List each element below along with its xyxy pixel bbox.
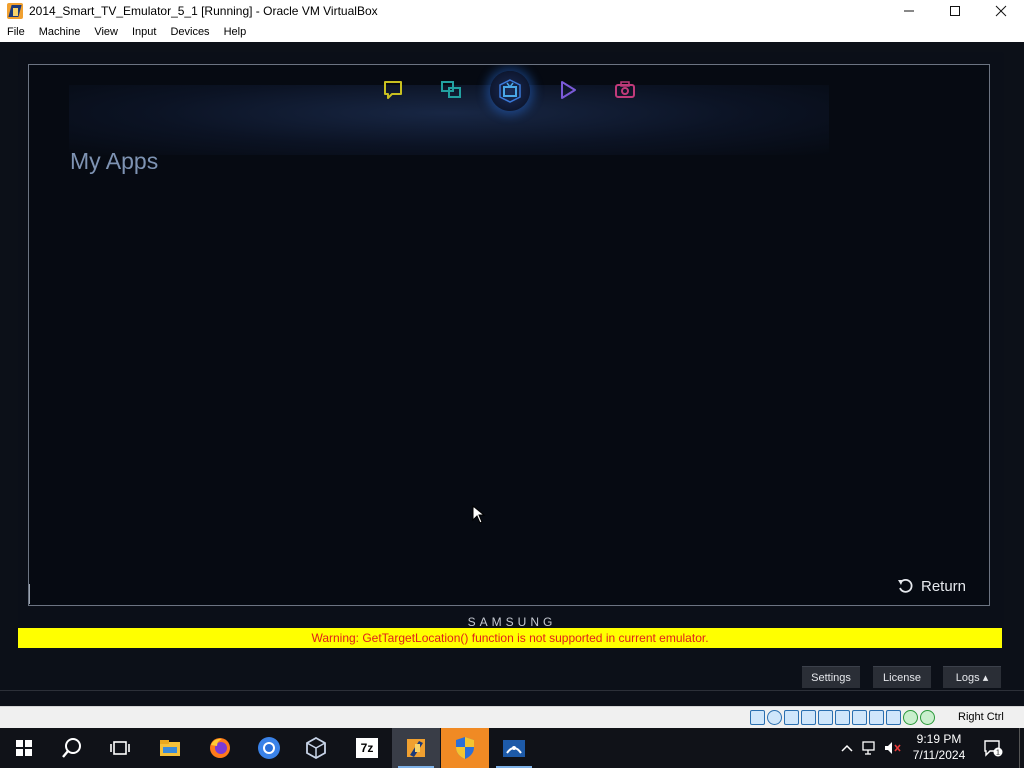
- show-hidden-icons-button[interactable]: [838, 728, 856, 768]
- close-button[interactable]: [978, 0, 1024, 22]
- start-button[interactable]: [0, 728, 48, 768]
- tv-screen[interactable]: My Apps Return: [28, 64, 990, 606]
- status-icons: [750, 710, 935, 726]
- return-label: Return: [921, 577, 967, 595]
- minimize-icon: [904, 10, 914, 12]
- file-explorer-icon: [160, 740, 180, 756]
- divider: [0, 690, 1024, 691]
- maximize-button[interactable]: [932, 0, 978, 22]
- clock-date: 7/11/2024: [912, 748, 966, 762]
- menu-devices[interactable]: Devices: [163, 22, 216, 42]
- menu-view[interactable]: View: [87, 22, 125, 42]
- shared-folders-icon[interactable]: [835, 710, 850, 725]
- license-tab[interactable]: License: [873, 666, 931, 688]
- window-controls: [886, 0, 1024, 22]
- category-tv-selected[interactable]: [490, 71, 530, 111]
- menu-file[interactable]: File: [0, 22, 32, 42]
- network-tray-button[interactable]: [860, 728, 880, 768]
- file-explorer-button[interactable]: [146, 728, 194, 768]
- category-chat[interactable]: [382, 79, 404, 101]
- play-icon: [561, 81, 576, 99]
- menu-input[interactable]: Input: [125, 22, 163, 42]
- clock-time: 9:19 PM: [916, 732, 962, 746]
- chrome-button[interactable]: [245, 728, 293, 768]
- task-view-icon: [110, 741, 130, 755]
- warning-banner: Warning: GetTargetLocation() function is…: [18, 628, 1002, 648]
- mouse-cursor-icon: [472, 505, 486, 524]
- audio-icon[interactable]: [784, 710, 799, 725]
- display-icon[interactable]: [852, 710, 867, 725]
- settings-tab[interactable]: Settings: [802, 666, 860, 688]
- show-desktop-button[interactable]: [1019, 728, 1024, 768]
- taskbar: 7z 9:19 PM 7/11/2024 1: [0, 728, 1024, 768]
- return-icon: [898, 578, 913, 593]
- return-button[interactable]: Return: [897, 575, 966, 597]
- search-icon: [62, 738, 81, 758]
- emulator-tabs: Settings License Logs ▴: [0, 666, 1024, 688]
- sdk-taskbar-button[interactable]: [490, 728, 538, 768]
- virtualbox-button[interactable]: [292, 728, 340, 768]
- menu-help[interactable]: Help: [217, 22, 254, 42]
- page-title: My Apps: [70, 148, 159, 174]
- vm-display[interactable]: My Apps Return SAMSUNG Warning: GetTarge…: [0, 42, 1024, 706]
- emulator-icon: [407, 739, 425, 757]
- volume-tray-button[interactable]: [882, 728, 904, 768]
- chat-icon: [384, 81, 402, 99]
- action-center-button[interactable]: 1: [980, 728, 1006, 768]
- host-key-label: Right Ctrl: [958, 711, 1004, 723]
- volume-muted-icon: [885, 742, 901, 754]
- video-capture-icon[interactable]: [869, 710, 884, 725]
- screen: 2014_Smart_TV_Emulator_5_1 [Running] - O…: [0, 0, 1024, 768]
- 7zip-button[interactable]: 7z: [343, 728, 391, 768]
- taskbar-clock[interactable]: 9:19 PM 7/11/2024: [904, 731, 974, 763]
- minimize-button[interactable]: [886, 0, 932, 22]
- category-photo[interactable]: [614, 79, 636, 101]
- network-tray-icon: [862, 741, 875, 755]
- virtualization-icon[interactable]: [886, 710, 901, 725]
- close-icon: [995, 5, 1007, 17]
- keyboard-capture-icon[interactable]: [920, 710, 935, 725]
- window-title: 2014_Smart_TV_Emulator_5_1 [Running] - O…: [29, 4, 378, 18]
- optical-drive-icon[interactable]: [767, 710, 782, 725]
- task-view-button[interactable]: [96, 728, 144, 768]
- emulator-taskbar-button[interactable]: [392, 728, 440, 768]
- search-button[interactable]: [48, 728, 96, 768]
- chevron-up-icon: [841, 744, 853, 752]
- camera-icon: [615, 81, 635, 98]
- menu-machine[interactable]: Machine: [32, 22, 88, 42]
- chrome-icon: [258, 737, 280, 759]
- virtualbox-icon: [306, 737, 326, 759]
- shield-icon: [456, 737, 474, 759]
- screen-edge-marker: [29, 584, 30, 604]
- usb-icon[interactable]: [818, 710, 833, 725]
- tv-icon: [499, 79, 521, 103]
- network-icon[interactable]: [801, 710, 816, 725]
- vm-status-bar: Right Ctrl: [0, 706, 1024, 728]
- brand-logo: SAMSUNG: [467, 615, 557, 629]
- uac-taskbar-button[interactable]: [441, 728, 489, 768]
- virtualbox-app-icon[interactable]: [7, 3, 23, 19]
- window-title-bar[interactable]: 2014_Smart_TV_Emulator_5_1 [Running] - O…: [0, 0, 1024, 22]
- logs-tab[interactable]: Logs ▴: [943, 666, 1001, 688]
- mouse-integration-icon[interactable]: [903, 710, 918, 725]
- sdk-icon: [503, 740, 525, 757]
- notification-icon: 1: [984, 740, 1003, 757]
- multi-screen-icon: [441, 81, 461, 98]
- hard-disk-icon[interactable]: [750, 710, 765, 725]
- firefox-icon: [210, 738, 230, 758]
- start-icon: [16, 740, 32, 756]
- 7zip-icon: 7z: [356, 738, 378, 758]
- notification-count: 1: [996, 750, 1000, 757]
- menu-bar: File Machine View Input Devices Help: [0, 22, 1024, 42]
- category-multiscreen[interactable]: [440, 79, 462, 101]
- firefox-button[interactable]: [196, 728, 244, 768]
- maximize-icon: [950, 6, 960, 16]
- category-video[interactable]: [557, 79, 579, 101]
